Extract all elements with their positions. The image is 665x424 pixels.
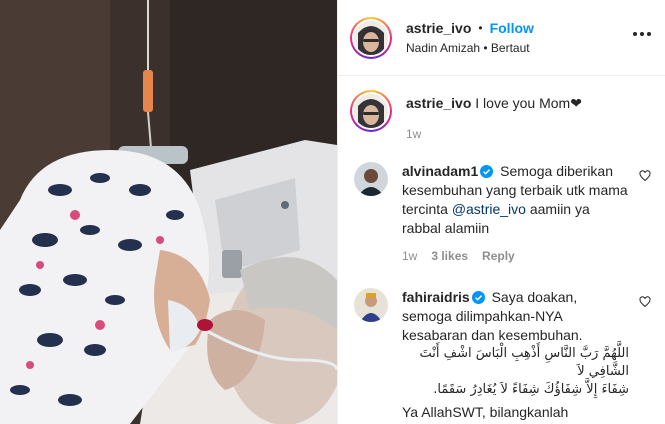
comment-time[interactable]: 1w [402,247,417,266]
author-avatar-image [354,20,388,55]
caption: astrie_ivo I love you Mom❤ 1w [350,90,651,144]
more-options-icon[interactable] [633,32,651,38]
comment-username[interactable]: alvinadam1 [402,163,478,179]
comment-mention-link[interactable]: @astrie_ivo [452,201,526,217]
post-panel: astrie_ivo • Follow Nadin Amizah • Berta… [337,0,665,424]
post-image[interactable] [0,0,337,424]
caption-avatar[interactable] [350,90,392,132]
like-heart-icon[interactable] [639,170,651,182]
caption-time[interactable]: 1w [406,125,421,144]
comment-arabic-line-2: شِفَاءَ إِلاَّ شِفَاؤُكَ شِفَاءً لاَ يُغ… [433,382,629,397]
comment-username[interactable]: fahiraidris [402,289,470,305]
comment-item: fahiraidris Saya doakan, semoga dilimpah… [350,288,651,422]
caption-avatar-image [354,94,388,128]
caption-text: I love you Mom❤ [475,95,582,111]
comments-list: astrie_ivo I love you Mom❤ 1w alvinadam1… [338,90,665,422]
author-avatar[interactable] [350,16,392,59]
verified-badge-icon [471,291,485,304]
post-header: astrie_ivo • Follow Nadin Amizah • Berta… [338,0,665,76]
verified-badge-icon [480,165,494,178]
comment-text-more: Ya AllahSWT, bilangkanlah [402,404,569,420]
caption-username[interactable]: astrie_ivo [406,95,471,111]
commenter-avatar[interactable] [354,288,388,322]
like-heart-icon[interactable] [639,296,651,308]
commenter-avatar[interactable] [354,162,388,196]
reply-button[interactable]: Reply [482,247,515,266]
post-photo [0,0,337,424]
comment-likes[interactable]: 3 likes [431,247,468,266]
follow-button[interactable]: Follow [490,20,534,36]
commenter-avatar-image [354,288,388,322]
separator-dot: • [478,21,483,35]
comment-item: alvinadam1 Semoga diberikan kesembuhan y… [350,162,651,266]
commenter-avatar-image [354,162,388,196]
author-username[interactable]: astrie_ivo [406,20,471,36]
comment-arabic-line-1: اللَّهُمَّ رَبَّ النَّاسِ أَذْهِبِ الْبَ… [419,346,629,379]
audio-label[interactable]: Nadin Amizah • Bertaut [406,41,651,55]
